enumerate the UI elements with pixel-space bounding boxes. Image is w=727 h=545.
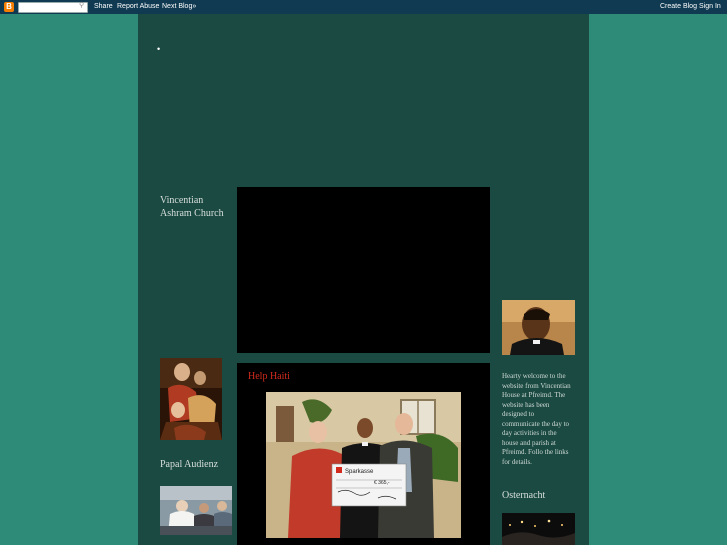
blogger-navbar: B ⚲ Share Report Abuse Next Blog» Create… [0,0,727,14]
church-painting-image[interactable] [160,358,222,440]
video-player[interactable] [237,187,490,353]
blogger-logo-icon[interactable]: B [4,2,14,12]
post-title-link[interactable]: Help Haiti [248,371,290,382]
navbar-search-input[interactable] [18,2,88,13]
search-icon[interactable]: ⚲ [79,1,87,11]
welcome-text: Hearty welcome to the website from Vince… [502,372,571,466]
cheque-bank-label: Sparkasse [345,469,374,475]
help-haiti-photo[interactable]: Sparkasse € 365,- [266,392,461,538]
header-bullet: • [157,44,161,54]
papal-audience-image[interactable] [160,486,232,535]
sign-in-link[interactable]: Sign In [699,3,721,10]
create-blog-link[interactable]: Create Blog [660,3,697,10]
report-abuse-link[interactable]: Report Abuse [117,3,159,10]
cheque-amount: € 365,- [374,480,390,486]
papal-audienz-heading: Papal Audienz [160,459,219,470]
church-heading: Vincentian Ashram Church [160,195,224,219]
share-link[interactable]: Share [94,3,113,10]
osternacht-image[interactable] [502,513,575,545]
next-blog-link[interactable]: Next Blog» [162,3,196,10]
profile-photo[interactable] [502,300,575,355]
osternacht-heading: Osternacht [502,490,546,501]
